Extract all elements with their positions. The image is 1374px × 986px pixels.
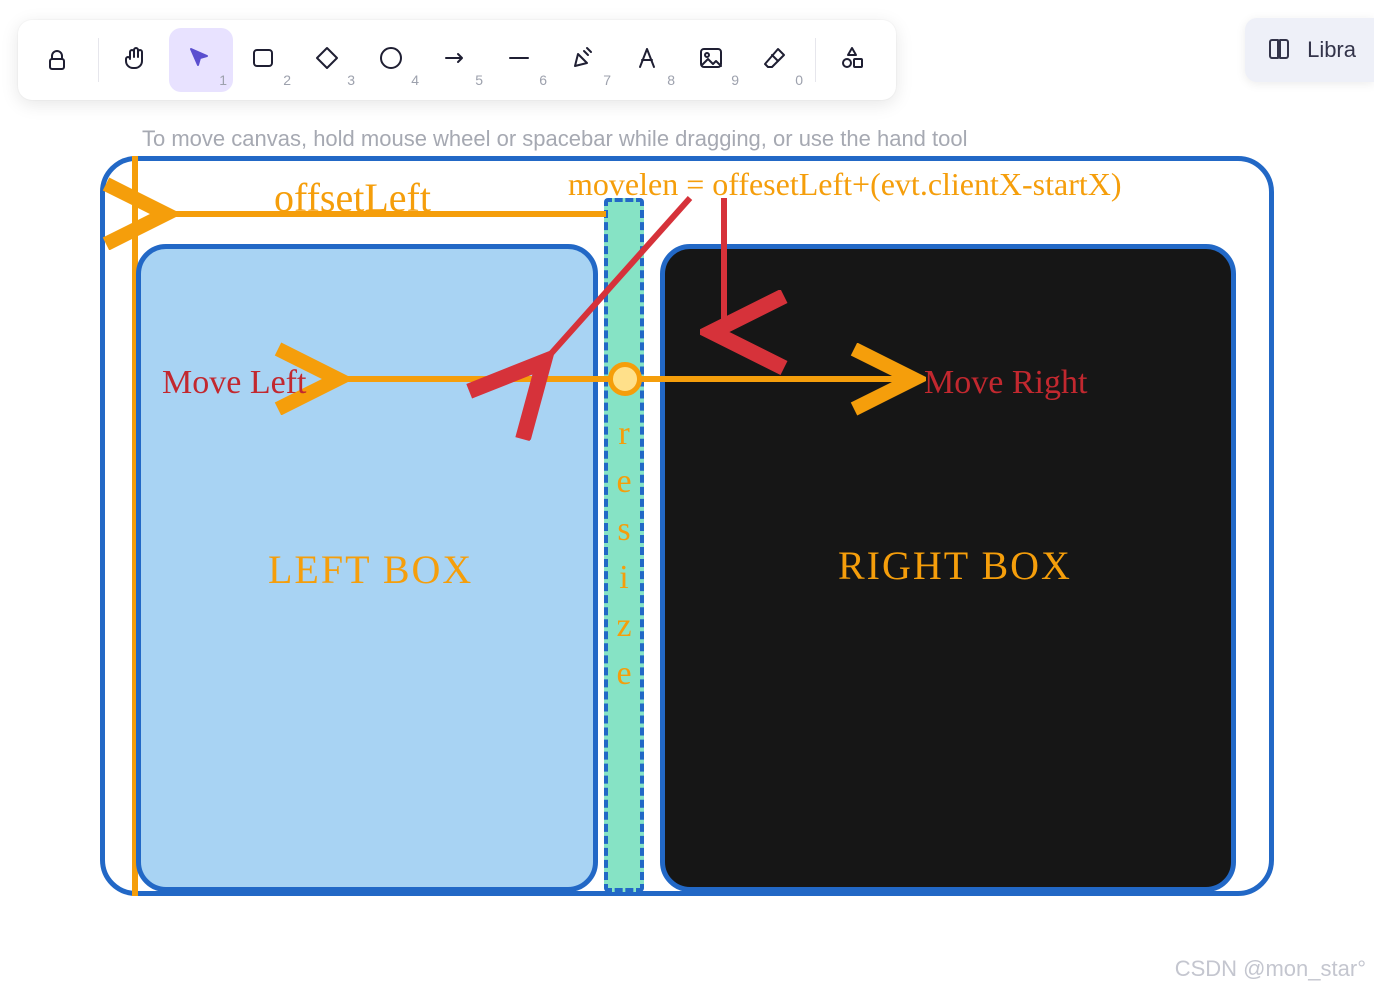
arrow-icon [442, 45, 472, 75]
rectangle-tool[interactable]: 2 [233, 28, 297, 92]
hotkey-label: 0 [795, 72, 803, 88]
draw-tool[interactable]: 7 [553, 28, 617, 92]
hand-icon [122, 45, 152, 75]
hotkey-label: 9 [731, 72, 739, 88]
hotkey-label: 8 [667, 72, 675, 88]
toolbar: 1 2 3 4 5 6 7 8 9 0 [18, 20, 896, 100]
text-tool[interactable]: 8 [617, 28, 681, 92]
hotkey-label: 1 [219, 72, 227, 88]
arrow-tool[interactable]: 5 [425, 28, 489, 92]
ellipse-tool[interactable]: 4 [361, 28, 425, 92]
library-label: Libra [1307, 37, 1356, 63]
resize-label: r e s i z e [612, 410, 636, 698]
canvas-hint: To move canvas, hold mouse wheel or spac… [142, 126, 968, 152]
diamond-tool[interactable]: 3 [297, 28, 361, 92]
drawing-canvas[interactable]: offsetLeft movelen = offesetLeft+(evt.cl… [100, 156, 1274, 896]
offsetleft-label: offsetLeft [274, 174, 431, 221]
hotkey-label: 6 [539, 72, 547, 88]
hotkey-label: 4 [411, 72, 419, 88]
right-box-label: RIGHT BOX [838, 542, 1072, 589]
resize-char: r [612, 410, 636, 458]
hand-tool[interactable] [105, 28, 169, 92]
hotkey-label: 2 [283, 72, 291, 88]
toolbar-divider [98, 38, 99, 82]
line-tool[interactable]: 6 [489, 28, 553, 92]
hotkey-label: 5 [475, 72, 483, 88]
lock-icon [45, 45, 75, 75]
shapes-icon [839, 45, 869, 75]
formula-label: movelen = offesetLeft+(evt.clientX-start… [568, 166, 1122, 203]
selection-tool[interactable]: 1 [169, 28, 233, 92]
toolbar-divider [815, 38, 816, 82]
book-icon [1267, 37, 1293, 63]
library-button[interactable]: Libra [1245, 18, 1374, 82]
resize-char: i [612, 554, 636, 602]
image-icon [698, 45, 728, 75]
move-left-label: Move Left [162, 364, 306, 402]
resize-char: s [612, 506, 636, 554]
text-icon [634, 45, 664, 75]
line-icon [506, 45, 536, 75]
diamond-icon [314, 45, 344, 75]
left-box-label: LEFT BOX [268, 546, 473, 593]
hotkey-label: 3 [347, 72, 355, 88]
move-right-label: Move Right [924, 364, 1087, 402]
resize-char: e [612, 650, 636, 698]
eraser-icon [762, 45, 792, 75]
rectangle-icon [250, 45, 280, 75]
selection-icon [186, 45, 216, 75]
shapes-tool[interactable] [822, 28, 886, 92]
hotkey-label: 7 [603, 72, 611, 88]
draw-icon [570, 45, 600, 75]
drag-handle[interactable] [608, 362, 642, 396]
ellipse-icon [378, 45, 408, 75]
image-tool[interactable]: 9 [681, 28, 745, 92]
lock-tool[interactable] [28, 28, 92, 92]
watermark: CSDN @mon_star° [1175, 956, 1366, 982]
resize-char: e [612, 458, 636, 506]
resize-char: z [612, 602, 636, 650]
eraser-tool[interactable]: 0 [745, 28, 809, 92]
